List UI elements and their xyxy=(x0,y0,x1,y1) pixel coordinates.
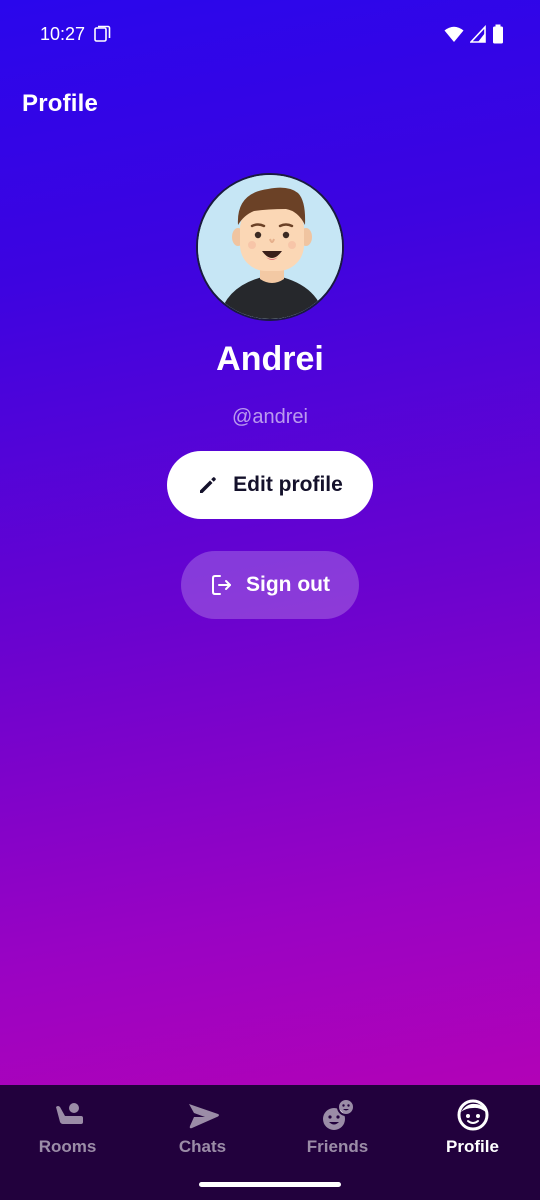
cell-signal-icon xyxy=(470,25,486,43)
battery-icon xyxy=(493,24,503,44)
status-left: 10:27 xyxy=(40,24,111,45)
status-time: 10:27 xyxy=(40,23,86,44)
chats-icon xyxy=(188,1104,219,1129)
nav-label-chats: Chats xyxy=(178,1137,227,1156)
sign-out-label: Sign out xyxy=(246,573,330,596)
nav-item-profile[interactable]: Profile xyxy=(405,1085,540,1200)
page-title: Profile xyxy=(22,90,99,117)
pencil-icon xyxy=(200,477,217,493)
avatar-illustration xyxy=(198,175,342,319)
nav-label-rooms: Rooms xyxy=(38,1137,97,1156)
home-indicator[interactable] xyxy=(199,1182,341,1187)
status-right xyxy=(444,24,504,44)
screenshot-notification-icon xyxy=(94,25,111,42)
username-handle: @andrei xyxy=(232,406,308,428)
nav-label-friends: Friends xyxy=(306,1137,369,1156)
avatar[interactable] xyxy=(196,173,344,321)
friends-icon xyxy=(322,1098,355,1130)
profile-icon xyxy=(457,1099,488,1131)
rooms-icon xyxy=(55,1103,83,1124)
nav-item-rooms[interactable]: Rooms xyxy=(0,1085,135,1200)
sign-out-button[interactable]: Sign out xyxy=(181,551,359,619)
edit-profile-button[interactable]: Edit profile xyxy=(167,451,373,519)
nav-label-profile: Profile xyxy=(446,1137,499,1156)
wifi-icon xyxy=(444,26,464,42)
status-bar: 10:27 xyxy=(0,0,540,68)
display-name: Andrei xyxy=(216,340,324,378)
edit-profile-label: Edit profile xyxy=(233,473,343,496)
logout-icon xyxy=(212,575,231,595)
